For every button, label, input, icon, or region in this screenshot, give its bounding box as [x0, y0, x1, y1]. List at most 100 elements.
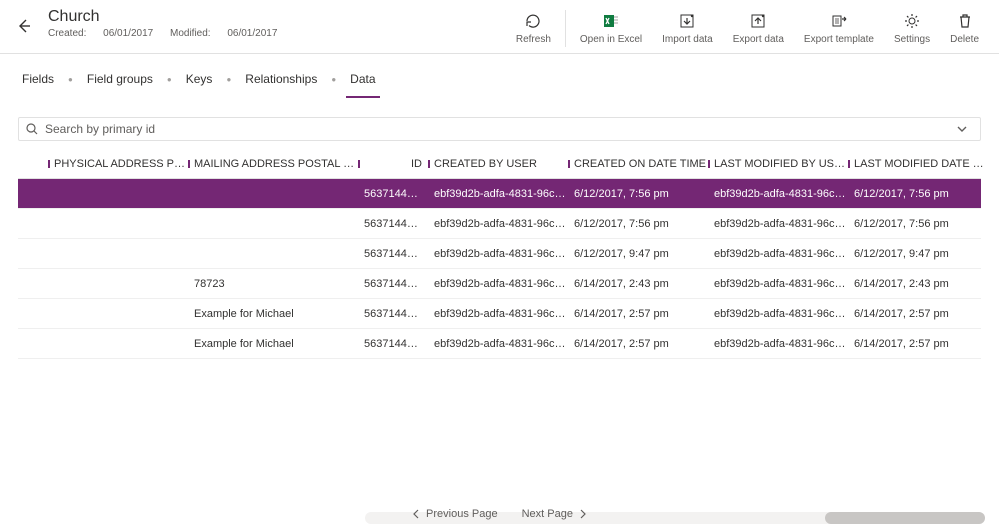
cell-c6: ebf39d2b-adfa-4831-96c6-5b24a46...	[708, 278, 848, 290]
tab-separator: ●	[58, 68, 83, 98]
previous-page-button[interactable]: Previous Page	[412, 508, 498, 520]
settings-button[interactable]: Settings	[884, 8, 940, 49]
expand-search-button[interactable]	[950, 123, 974, 135]
cell-c4: ebf39d2b-adfa-4831-96c6-5b24a46...	[428, 188, 568, 200]
delete-button[interactable]: Delete	[940, 8, 989, 49]
export-data-button[interactable]: Export data	[723, 8, 794, 49]
cell-c3: 5637144582	[358, 278, 428, 290]
gear-icon	[903, 12, 921, 30]
export-template-button[interactable]: Export template	[794, 8, 884, 49]
tab-keys[interactable]: Keys	[182, 68, 217, 98]
col-header-mailing-postal[interactable]: MAILING ADDRESS POSTAL CODE	[188, 158, 358, 170]
trash-icon	[956, 12, 974, 30]
modified-label: Modified:	[170, 28, 211, 39]
modified-value: 06/01/2017	[227, 28, 277, 39]
table-row[interactable]: Example for Michael5637144588ebf39d2b-ad…	[18, 299, 981, 329]
data-grid: PHYSICAL ADDRESS POSTAL CODE MAILING ADD…	[18, 149, 981, 359]
tab-separator: ●	[216, 68, 241, 98]
cell-c5: 6/14/2017, 2:57 pm	[568, 338, 708, 350]
grid-body: 5637144577ebf39d2b-adfa-4831-96c6-5b24a4…	[18, 179, 981, 359]
delete-label: Delete	[950, 34, 979, 45]
cell-c5: 6/14/2017, 2:57 pm	[568, 308, 708, 320]
tab-field-groups[interactable]: Field groups	[83, 68, 157, 98]
refresh-label: Refresh	[516, 34, 551, 45]
export-template-icon	[830, 12, 848, 30]
page-title: Church	[48, 8, 291, 26]
col-header-created-on[interactable]: CREATED ON DATE TIME	[568, 158, 708, 170]
back-button[interactable]	[10, 12, 38, 40]
cell-c7: 6/12/2017, 7:56 pm	[848, 218, 988, 230]
chevron-right-icon	[577, 509, 587, 519]
cell-c5: 6/12/2017, 7:56 pm	[568, 188, 708, 200]
cell-c7: 6/12/2017, 9:47 pm	[848, 248, 988, 260]
cell-c2: 78723	[188, 278, 358, 290]
cell-c5: 6/12/2017, 7:56 pm	[568, 218, 708, 230]
cell-c3: 5637144581	[358, 248, 428, 260]
cell-c2: Example for Michael	[188, 308, 358, 320]
col-header-modified-by[interactable]: LAST MODIFIED BY USER	[708, 158, 848, 170]
top-bar: Church Created: 06/01/2017 Modified: 06/…	[0, 0, 999, 54]
excel-icon	[602, 12, 620, 30]
search-icon	[25, 122, 39, 136]
pager: Previous Page Next Page	[0, 496, 999, 532]
chevron-down-icon	[956, 123, 968, 135]
next-page-button[interactable]: Next Page	[522, 508, 587, 520]
table-row[interactable]: 5637144581ebf39d2b-adfa-4831-96c6-5b24a4…	[18, 239, 981, 269]
open-excel-button[interactable]: Open in Excel	[570, 8, 652, 49]
tab-separator: ●	[157, 68, 182, 98]
cell-c2: Example for Michael	[188, 338, 358, 350]
cell-c6: ebf39d2b-adfa-4831-96c6-5b24a46...	[708, 248, 848, 260]
open-excel-label: Open in Excel	[580, 34, 642, 45]
cell-c3: 5637144578	[358, 218, 428, 230]
cell-c4: ebf39d2b-adfa-4831-96c6-5b24a46...	[428, 338, 568, 350]
search-input[interactable]	[45, 122, 950, 136]
tab-relationships[interactable]: Relationships	[241, 68, 321, 98]
cell-c5: 6/14/2017, 2:43 pm	[568, 278, 708, 290]
col-header-created-by[interactable]: CREATED BY USER	[428, 158, 568, 170]
cell-c7: 6/14/2017, 2:43 pm	[848, 278, 988, 290]
cell-c4: ebf39d2b-adfa-4831-96c6-5b24a46...	[428, 278, 568, 290]
next-page-label: Next Page	[522, 508, 573, 520]
cell-c6: ebf39d2b-adfa-4831-96c6-5b24a46...	[708, 308, 848, 320]
export-label: Export data	[733, 34, 784, 45]
cell-c3: 5637144589	[358, 338, 428, 350]
cell-c7: 6/12/2017, 7:56 pm	[848, 188, 988, 200]
cell-c3: 5637144588	[358, 308, 428, 320]
cell-c6: ebf39d2b-adfa-4831-96c6-5b24a46...	[708, 188, 848, 200]
refresh-icon	[524, 12, 542, 30]
import-label: Import data	[662, 34, 713, 45]
col-header-modified-date[interactable]: LAST MODIFIED DATE TIME	[848, 158, 988, 170]
table-row[interactable]: 5637144578ebf39d2b-adfa-4831-96c6-5b24a4…	[18, 209, 981, 239]
chevron-left-icon	[412, 509, 422, 519]
tab-data[interactable]: Data	[346, 68, 379, 98]
separator	[565, 10, 566, 47]
export-template-label: Export template	[804, 34, 874, 45]
import-data-button[interactable]: Import data	[652, 8, 723, 49]
title-block: Church Created: 06/01/2017 Modified: 06/…	[48, 8, 291, 39]
search-row	[18, 117, 981, 141]
previous-page-label: Previous Page	[426, 508, 498, 520]
cell-c6: ebf39d2b-adfa-4831-96c6-5b24a46...	[708, 338, 848, 350]
cell-c4: ebf39d2b-adfa-4831-96c6-5b24a46...	[428, 248, 568, 260]
cell-c3: 5637144577	[358, 188, 428, 200]
col-header-physical-postal[interactable]: PHYSICAL ADDRESS POSTAL CODE	[48, 158, 188, 170]
cell-c7: 6/14/2017, 2:57 pm	[848, 308, 988, 320]
cell-c5: 6/12/2017, 9:47 pm	[568, 248, 708, 260]
content-area: PHYSICAL ADDRESS POSTAL CODE MAILING ADD…	[0, 99, 999, 359]
refresh-button[interactable]: Refresh	[506, 8, 561, 49]
arrow-left-icon	[16, 18, 32, 34]
table-row[interactable]: Example for Michael5637144589ebf39d2b-ad…	[18, 329, 981, 359]
grid-header: PHYSICAL ADDRESS POSTAL CODE MAILING ADD…	[18, 149, 981, 179]
cell-c4: ebf39d2b-adfa-4831-96c6-5b24a46...	[428, 218, 568, 230]
meta-line: Created: 06/01/2017 Modified: 06/01/2017	[48, 28, 291, 39]
created-label: Created:	[48, 28, 86, 39]
col-header-id[interactable]: ID	[358, 158, 428, 170]
table-row[interactable]: 787235637144582ebf39d2b-adfa-4831-96c6-5…	[18, 269, 981, 299]
settings-label: Settings	[894, 34, 930, 45]
cell-c4: ebf39d2b-adfa-4831-96c6-5b24a46...	[428, 308, 568, 320]
table-row[interactable]: 5637144577ebf39d2b-adfa-4831-96c6-5b24a4…	[18, 179, 981, 209]
cell-c7: 6/14/2017, 2:57 pm	[848, 338, 988, 350]
import-icon	[678, 12, 696, 30]
tab-separator: ●	[321, 68, 346, 98]
tab-fields[interactable]: Fields	[18, 68, 58, 98]
